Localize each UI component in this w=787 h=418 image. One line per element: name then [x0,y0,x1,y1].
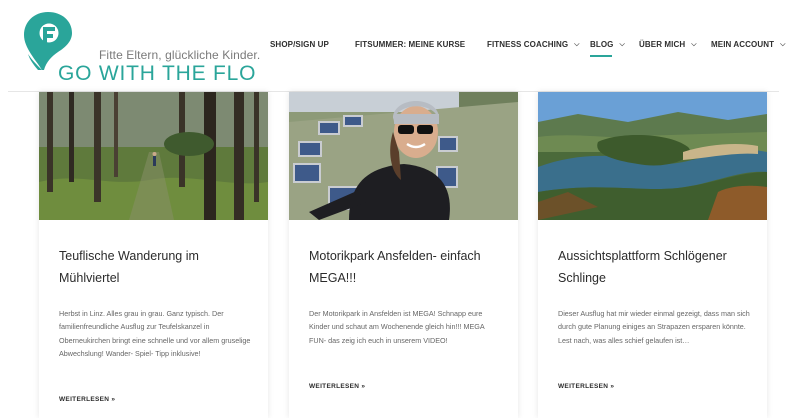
post-title[interactable]: Teuflische Wanderung im Mühlviertel [59,245,259,289]
nav-item-label: SHOP/SIGN UP [270,40,329,49]
nav-item-shop-signup[interactable]: SHOP/SIGN UP [270,40,329,49]
post-title[interactable]: Motorikpark Ansfelden- einfach MEGA!!! [309,245,509,289]
forest-path-photo[interactable] [39,92,268,220]
post-title[interactable]: Aussichtsplattform Schlögener Schlinge [558,245,758,289]
chevron-down-icon: ⌵ [619,41,625,48]
nav-item-label: MEIN ACCOUNT [711,40,775,49]
nav-item-blog[interactable]: BLOG ⌵ [590,40,625,50]
nav-item-fitness-coaching[interactable]: FITNESS COACHING ⌵ [487,40,580,50]
nav-item-label: BLOG [590,40,614,49]
river-bend-photo[interactable] [538,92,767,220]
blog-post-grid: Teuflische Wanderung im Mühlviertel Herb… [0,92,787,418]
brand-name: GO WITH THE FLO [58,62,257,85]
read-more-link[interactable]: WEITERLESEN » [558,383,614,390]
blog-post-card: Motorikpark Ansfelden- einfach MEGA!!! D… [289,92,518,418]
blog-post-card: Teuflische Wanderung im Mühlviertel Herb… [39,92,268,418]
nav-item-label: ÜBER MICH [639,40,686,49]
selfie-image [289,92,518,220]
nav-item-fitsummer[interactable]: FITSUMMER: MEINE KURSE [355,40,465,49]
chevron-down-icon: ⌵ [691,41,697,48]
nav-item-label: FITNESS COACHING [487,40,569,49]
selfie-motorikpark-photo[interactable] [289,92,518,220]
chevron-down-icon: ⌵ [780,41,786,48]
nav-item-mein-account[interactable]: MEIN ACCOUNT ⌵ [711,40,786,50]
nav-item-ueber-mich[interactable]: ÜBER MICH ⌵ [639,40,697,50]
read-more-link[interactable]: WEITERLESEN » [309,383,365,390]
read-more-link[interactable]: WEITERLESEN » [59,396,115,403]
nav-item-label: FITSUMMER: MEINE KURSE [355,40,466,49]
chevron-down-icon: ⌵ [574,41,580,48]
site-logo[interactable]: Fitte Eltern, glückliche Kinder. GO WITH… [22,10,260,85]
forest-path-image [39,92,268,220]
active-nav-indicator [590,55,612,57]
post-excerpt: Herbst in Linz. Alles grau in grau. Ganz… [59,309,251,359]
post-excerpt: Dieser Ausflug hat mir wieder einmal gez… [558,309,750,345]
blog-post-card: Aussichtsplattform Schlögener Schlinge D… [538,92,767,418]
post-excerpt: Der Motorikpark in Ansfelden ist MEGA! S… [309,309,485,345]
site-header: Fitte Eltern, glückliche Kinder. GO WITH… [0,0,787,92]
river-bend-image [538,92,767,220]
brand-tagline: Fitte Eltern, glückliche Kinder. [99,48,261,62]
